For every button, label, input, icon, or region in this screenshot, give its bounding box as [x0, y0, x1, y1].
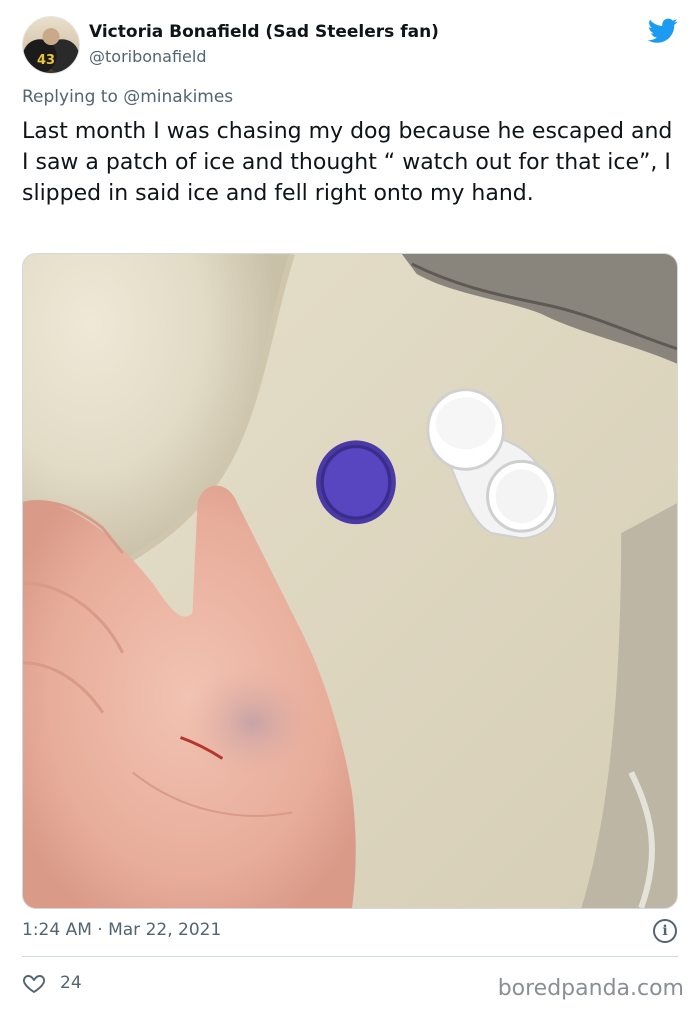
twitter-bird-icon[interactable]	[648, 18, 678, 44]
replying-to-label: Replying to	[22, 87, 118, 107]
avatar-jersey-number: 43	[37, 53, 56, 68]
avatar[interactable]: 43	[22, 16, 80, 74]
tweet-photo[interactable]	[22, 253, 678, 909]
tweet-header: 43 Victoria Bonafield (Sad Steelers fan)…	[22, 14, 682, 78]
replying-to-line: Replying to @minakimes	[22, 87, 233, 107]
like-button[interactable]: 24	[22, 970, 82, 996]
like-count: 24	[60, 973, 82, 993]
tweet-timestamp[interactable]: 1:24 AM · Mar 22, 2021	[22, 920, 221, 940]
photo-sink-hand-contact-case	[23, 254, 677, 908]
info-icon[interactable]	[653, 919, 677, 943]
heart-icon	[23, 975, 45, 993]
source-watermark: boredpanda.com	[497, 976, 684, 1001]
divider	[22, 956, 678, 957]
reply-mention-link[interactable]: @minakimes	[123, 87, 233, 107]
tweet-text: Last month I was chasing my dog because …	[22, 119, 673, 206]
author-display-name[interactable]: Victoria Bonafield (Sad Steelers fan)	[89, 22, 439, 42]
author-handle[interactable]: @toribonafield	[89, 47, 207, 66]
